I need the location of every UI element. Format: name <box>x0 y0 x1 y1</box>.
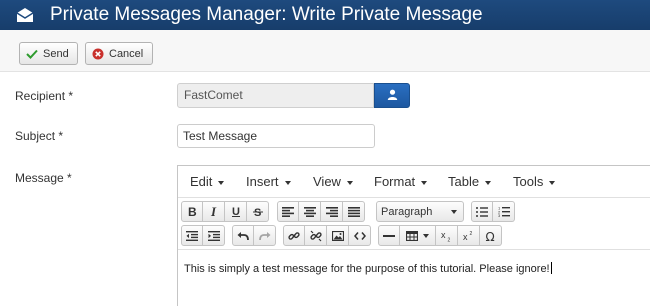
caret-down-icon <box>284 180 291 185</box>
page-title: Private Messages Manager: Write Private … <box>50 4 483 25</box>
svg-text:I: I <box>210 206 217 217</box>
align-justify-icon <box>347 206 360 217</box>
align-left-icon <box>282 206 294 217</box>
bold-icon: B <box>187 206 197 217</box>
svg-text:x: x <box>441 230 446 240</box>
send-button[interactable]: Send <box>19 42 78 65</box>
code-icon <box>353 231 366 241</box>
recipient-field: FastComet <box>177 83 374 108</box>
align-right-icon <box>325 206 338 217</box>
remove-link-button[interactable] <box>305 225 327 246</box>
subject-label: Subject * <box>15 129 64 143</box>
align-center-button[interactable] <box>299 201 321 222</box>
svg-text:x: x <box>463 232 468 242</box>
horizontal-rule-icon <box>383 234 395 238</box>
indent-icon <box>207 230 220 241</box>
redo-button[interactable] <box>254 225 276 246</box>
caret-down-icon <box>346 180 353 185</box>
table-icon <box>406 230 418 241</box>
subscript-icon: x2 <box>441 230 453 242</box>
align-right-button[interactable] <box>321 201 343 222</box>
svg-text:B: B <box>188 206 197 217</box>
superscript-button[interactable]: x2 <box>458 225 480 246</box>
indent-button[interactable] <box>203 225 225 246</box>
svg-text:Ω: Ω <box>485 230 494 242</box>
undo-button[interactable] <box>232 225 254 246</box>
insert-link-button[interactable] <box>283 225 305 246</box>
editor-content-text: This is simply a test message for the pu… <box>184 263 550 275</box>
underline-icon: U <box>231 206 241 217</box>
message-label: Message * <box>15 171 72 185</box>
menu-table[interactable]: Table <box>448 166 492 198</box>
send-label: Send <box>43 47 69 60</box>
user-icon <box>387 89 398 103</box>
menu-view[interactable]: View <box>313 166 353 198</box>
cancel-label: Cancel <box>109 47 144 60</box>
menu-insert[interactable]: Insert <box>246 166 291 198</box>
editor-toolbar-row-2: x2 x2 Ω <box>178 225 650 247</box>
caret-down-icon <box>451 210 457 214</box>
cancel-circle-icon <box>92 48 104 60</box>
menu-format[interactable]: Format <box>374 166 428 198</box>
italic-icon: I <box>209 206 219 217</box>
image-icon <box>331 230 344 241</box>
superscript-icon: x2 <box>463 230 475 242</box>
subscript-button[interactable]: x2 <box>436 225 458 246</box>
caret-down-icon <box>421 180 428 185</box>
editor-toolbar-row-1: B I U S Paragraph 123 <box>178 201 650 223</box>
caret-down-icon <box>549 180 556 185</box>
table-button[interactable] <box>400 225 436 246</box>
svg-text:2: 2 <box>447 237 450 242</box>
cancel-button[interactable]: Cancel <box>85 42 153 65</box>
numbered-list-icon: 123 <box>498 206 510 217</box>
editor-menubar: Edit Insert View Format Table Tools <box>178 166 650 198</box>
align-center-icon <box>303 206 316 217</box>
svg-text:3: 3 <box>498 213 501 217</box>
outdent-button[interactable] <box>181 225 203 246</box>
source-code-button[interactable] <box>349 225 371 246</box>
special-character-button[interactable]: Ω <box>480 225 502 246</box>
strikethrough-icon: S <box>252 206 263 217</box>
menu-edit[interactable]: Edit <box>190 166 225 198</box>
caret-down-icon <box>218 180 225 185</box>
subject-input[interactable] <box>177 124 375 148</box>
redo-icon <box>258 231 271 241</box>
rich-text-editor: Edit Insert View Format Table Tools B I … <box>177 165 650 306</box>
unlink-icon <box>309 230 322 242</box>
align-left-button[interactable] <box>277 201 299 222</box>
svg-text:U: U <box>232 206 240 217</box>
bold-button[interactable]: B <box>181 201 203 222</box>
link-icon <box>288 230 300 242</box>
bullet-list-icon <box>476 206 488 217</box>
format-select[interactable]: Paragraph <box>376 201 464 222</box>
insert-image-button[interactable] <box>327 225 349 246</box>
horizontal-rule-button[interactable] <box>378 225 400 246</box>
numbered-list-button[interactable]: 123 <box>493 201 515 222</box>
page-header: Private Messages Manager: Write Private … <box>0 0 650 30</box>
svg-text:2: 2 <box>469 231 472 237</box>
italic-button[interactable]: I <box>203 201 225 222</box>
text-cursor <box>550 262 552 274</box>
underline-button[interactable]: U <box>225 201 247 222</box>
caret-down-icon <box>485 180 492 185</box>
checkmark-icon <box>26 49 38 59</box>
bullet-list-button[interactable] <box>471 201 493 222</box>
omega-icon: Ω <box>485 230 497 242</box>
select-user-button[interactable] <box>374 83 410 108</box>
format-select-value: Paragraph <box>381 205 433 218</box>
align-justify-button[interactable] <box>343 201 365 222</box>
envelope-icon <box>16 5 36 25</box>
menu-tools[interactable]: Tools <box>513 166 556 198</box>
caret-down-icon <box>423 233 429 238</box>
action-toolbar: Send Cancel <box>0 30 650 72</box>
undo-icon <box>237 231 249 241</box>
strikethrough-button[interactable]: S <box>247 201 269 222</box>
editor-content-area[interactable]: This is simply a test message for the pu… <box>178 249 650 306</box>
outdent-icon <box>186 230 198 241</box>
recipient-label: Recipient * <box>15 89 74 103</box>
